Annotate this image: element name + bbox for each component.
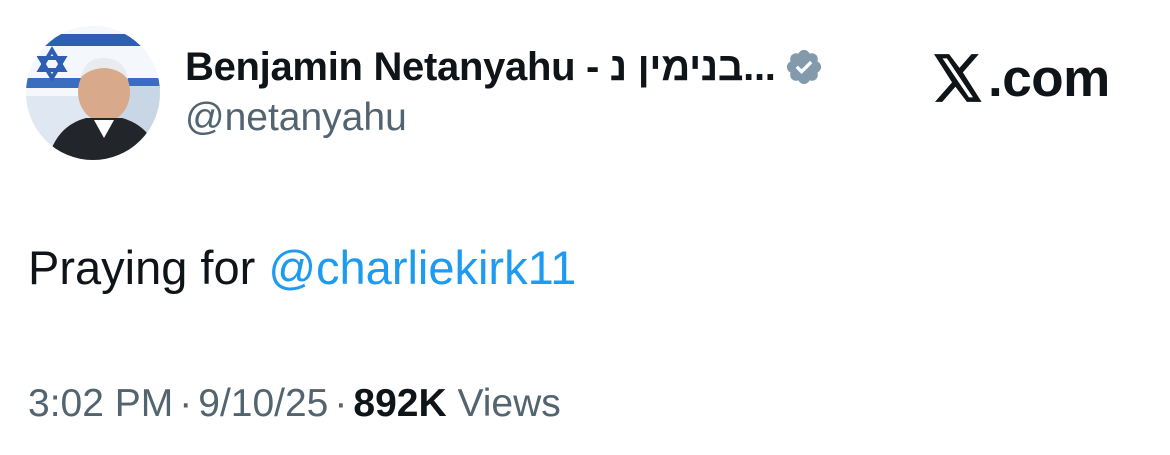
tweet-meta: 3:02 PM · 9/10/25 · 892K Views [28,382,561,426]
x-logo-icon [934,54,982,102]
tweet-date[interactable]: 9/10/25 [198,382,328,425]
avatar-image [26,26,160,160]
verified-badge-icon[interactable] [784,47,824,87]
x-com-logo: .com [932,46,1110,110]
author-display-name[interactable]: Benjamin Netanyahu - בנימין נ... [185,45,776,90]
meta-separator: · [179,382,193,425]
tweet-time[interactable]: 3:02 PM [28,382,173,425]
tweet-card: Benjamin Netanyahu - בנימין נ... @netany… [0,0,1170,455]
tweet-text: Praying for @charliekirk11 [28,240,576,295]
avatar[interactable] [26,26,160,160]
tweet-text-prefix: Praying for [28,241,269,294]
views-label: Views [457,382,561,425]
views-count[interactable]: 892K [353,382,446,425]
meta-separator: · [334,382,348,425]
mention-link[interactable]: @charliekirk11 [268,241,576,294]
author-name-row: Benjamin Netanyahu - בנימין נ... [185,42,824,92]
author-handle[interactable]: @netanyahu [185,96,407,140]
domain-suffix: .com [988,48,1110,108]
